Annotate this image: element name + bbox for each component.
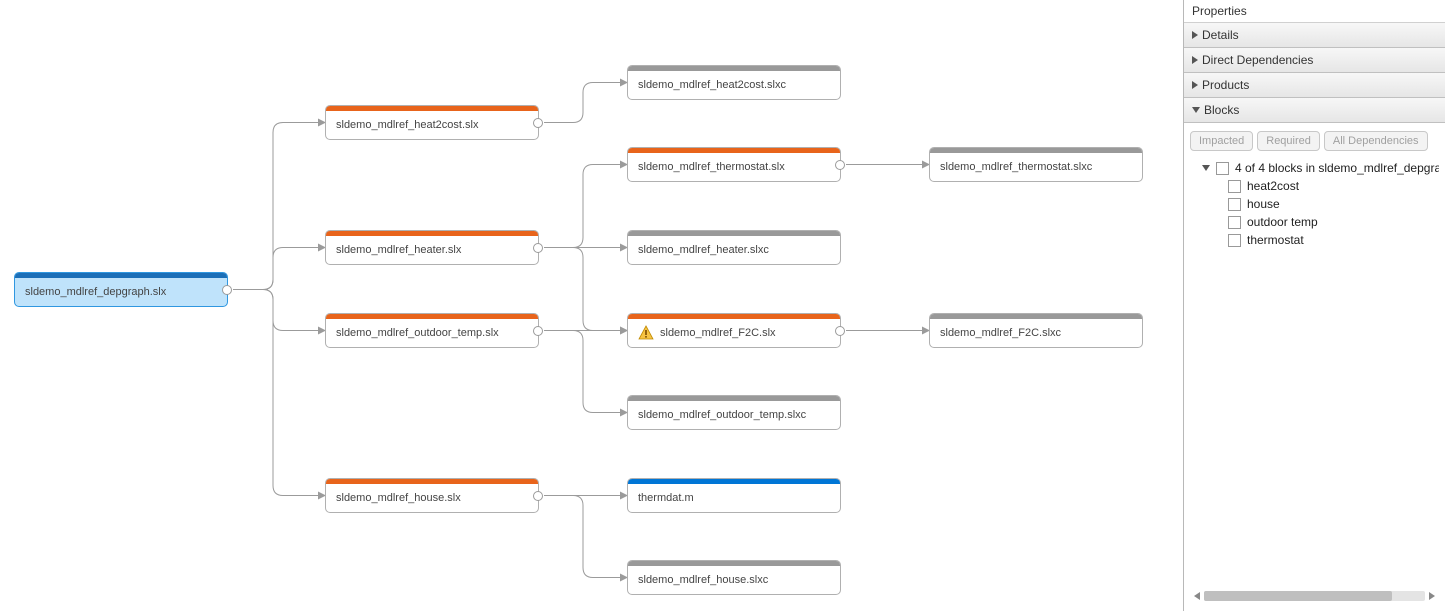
checkbox[interactable] bbox=[1228, 216, 1241, 229]
node-label: sldemo_mdlref_heater.slxc bbox=[638, 244, 769, 256]
tree-item[interactable]: outdoor temp bbox=[1190, 213, 1439, 231]
section-label: Direct Dependencies bbox=[1202, 53, 1313, 67]
node-output-port[interactable] bbox=[222, 285, 232, 295]
node-label: sldemo_mdlref_thermostat.slx bbox=[638, 161, 785, 173]
node-heater-slxc[interactable]: sldemo_mdlref_heater.slxc bbox=[627, 230, 841, 265]
node-heat2cost[interactable]: sldemo_mdlref_heat2cost.slx bbox=[325, 105, 539, 140]
node-heater[interactable]: sldemo_mdlref_heater.slx bbox=[325, 230, 539, 265]
node-outdoor-temp-slxc[interactable]: sldemo_mdlref_outdoor_temp.slxc bbox=[627, 395, 841, 430]
node-label: sldemo_mdlref_depgraph.slx bbox=[25, 286, 166, 298]
blocks-section-body: Impacted Required All Dependencies 4 of … bbox=[1184, 123, 1445, 611]
tree-item-label: outdoor temp bbox=[1247, 215, 1318, 229]
required-button[interactable]: Required bbox=[1257, 131, 1320, 151]
tree-item[interactable]: house bbox=[1190, 195, 1439, 213]
node-output-port[interactable] bbox=[835, 326, 845, 336]
node-thermdat[interactable]: thermdat.m bbox=[627, 478, 841, 513]
scroll-track[interactable] bbox=[1204, 591, 1425, 601]
chevron-right-icon bbox=[1192, 81, 1198, 89]
impacted-button[interactable]: Impacted bbox=[1190, 131, 1253, 151]
node-label: sldemo_mdlref_heat2cost.slx bbox=[336, 119, 478, 131]
node-root[interactable]: sldemo_mdlref_depgraph.slx bbox=[14, 272, 228, 307]
warning-icon bbox=[638, 325, 654, 341]
section-details[interactable]: Details bbox=[1184, 23, 1445, 48]
node-label: sldemo_mdlref_F2C.slxc bbox=[940, 327, 1061, 339]
chevron-right-icon bbox=[1192, 31, 1198, 39]
chevron-right-icon bbox=[1192, 56, 1198, 64]
node-house-slxc[interactable]: sldemo_mdlref_house.slxc bbox=[627, 560, 841, 595]
tree-root-label: 4 of 4 blocks in sldemo_mdlref_depgraph bbox=[1235, 161, 1439, 175]
section-products[interactable]: Products bbox=[1184, 73, 1445, 98]
tree-item-label: heat2cost bbox=[1247, 179, 1299, 193]
node-label: sldemo_mdlref_outdoor_temp.slx bbox=[336, 327, 499, 339]
horizontal-scrollbar[interactable] bbox=[1190, 589, 1439, 607]
checkbox[interactable] bbox=[1228, 234, 1241, 247]
section-direct-dependencies[interactable]: Direct Dependencies bbox=[1184, 48, 1445, 73]
node-label: sldemo_mdlref_heater.slx bbox=[336, 244, 461, 256]
node-label: sldemo_mdlref_outdoor_temp.slxc bbox=[638, 409, 806, 421]
node-label: sldemo_mdlref_F2C.slx bbox=[660, 327, 776, 339]
checkbox[interactable] bbox=[1216, 162, 1229, 175]
section-label: Details bbox=[1202, 28, 1239, 42]
node-output-port[interactable] bbox=[533, 491, 543, 501]
node-label: sldemo_mdlref_heat2cost.slxc bbox=[638, 79, 786, 91]
node-label: sldemo_mdlref_house.slx bbox=[336, 492, 461, 504]
tree-item[interactable]: thermostat bbox=[1190, 231, 1439, 249]
node-output-port[interactable] bbox=[533, 243, 543, 253]
blocks-tree: 4 of 4 blocks in sldemo_mdlref_depgraph … bbox=[1190, 159, 1439, 589]
tree-root-row[interactable]: 4 of 4 blocks in sldemo_mdlref_depgraph bbox=[1190, 159, 1439, 177]
dependency-graph-canvas[interactable]: sldemo_mdlref_depgraph.slx sldemo_mdlref… bbox=[0, 0, 1183, 611]
node-label: sldemo_mdlref_house.slxc bbox=[638, 574, 768, 586]
node-label: sldemo_mdlref_thermostat.slxc bbox=[940, 161, 1092, 173]
tree-item[interactable]: heat2cost bbox=[1190, 177, 1439, 195]
scroll-left-icon[interactable] bbox=[1194, 592, 1200, 600]
properties-panel: Properties Details Direct Dependencies P… bbox=[1183, 0, 1445, 611]
tree-item-label: thermostat bbox=[1247, 233, 1304, 247]
node-house[interactable]: sldemo_mdlref_house.slx bbox=[325, 478, 539, 513]
scroll-thumb[interactable] bbox=[1204, 591, 1392, 601]
tree-item-label: house bbox=[1247, 197, 1280, 211]
node-thermostat-slxc[interactable]: sldemo_mdlref_thermostat.slxc bbox=[929, 147, 1143, 182]
node-output-port[interactable] bbox=[533, 326, 543, 336]
checkbox[interactable] bbox=[1228, 198, 1241, 211]
section-blocks[interactable]: Blocks bbox=[1184, 98, 1445, 123]
section-label: Blocks bbox=[1204, 103, 1239, 117]
chevron-down-icon bbox=[1192, 107, 1200, 113]
checkbox[interactable] bbox=[1228, 180, 1241, 193]
node-thermostat[interactable]: sldemo_mdlref_thermostat.slx bbox=[627, 147, 841, 182]
chevron-down-icon bbox=[1202, 165, 1210, 171]
node-f2c-slxc[interactable]: sldemo_mdlref_F2C.slxc bbox=[929, 313, 1143, 348]
panel-title: Properties bbox=[1184, 0, 1445, 23]
node-outdoor-temp[interactable]: sldemo_mdlref_outdoor_temp.slx bbox=[325, 313, 539, 348]
all-dependencies-button[interactable]: All Dependencies bbox=[1324, 131, 1428, 151]
section-label: Products bbox=[1202, 78, 1249, 92]
node-output-port[interactable] bbox=[533, 118, 543, 128]
node-label: thermdat.m bbox=[638, 492, 694, 504]
node-f2c[interactable]: sldemo_mdlref_F2C.slx bbox=[627, 313, 841, 348]
node-output-port[interactable] bbox=[835, 160, 845, 170]
scroll-right-icon[interactable] bbox=[1429, 592, 1435, 600]
node-heat2cost-slxc[interactable]: sldemo_mdlref_heat2cost.slxc bbox=[627, 65, 841, 100]
